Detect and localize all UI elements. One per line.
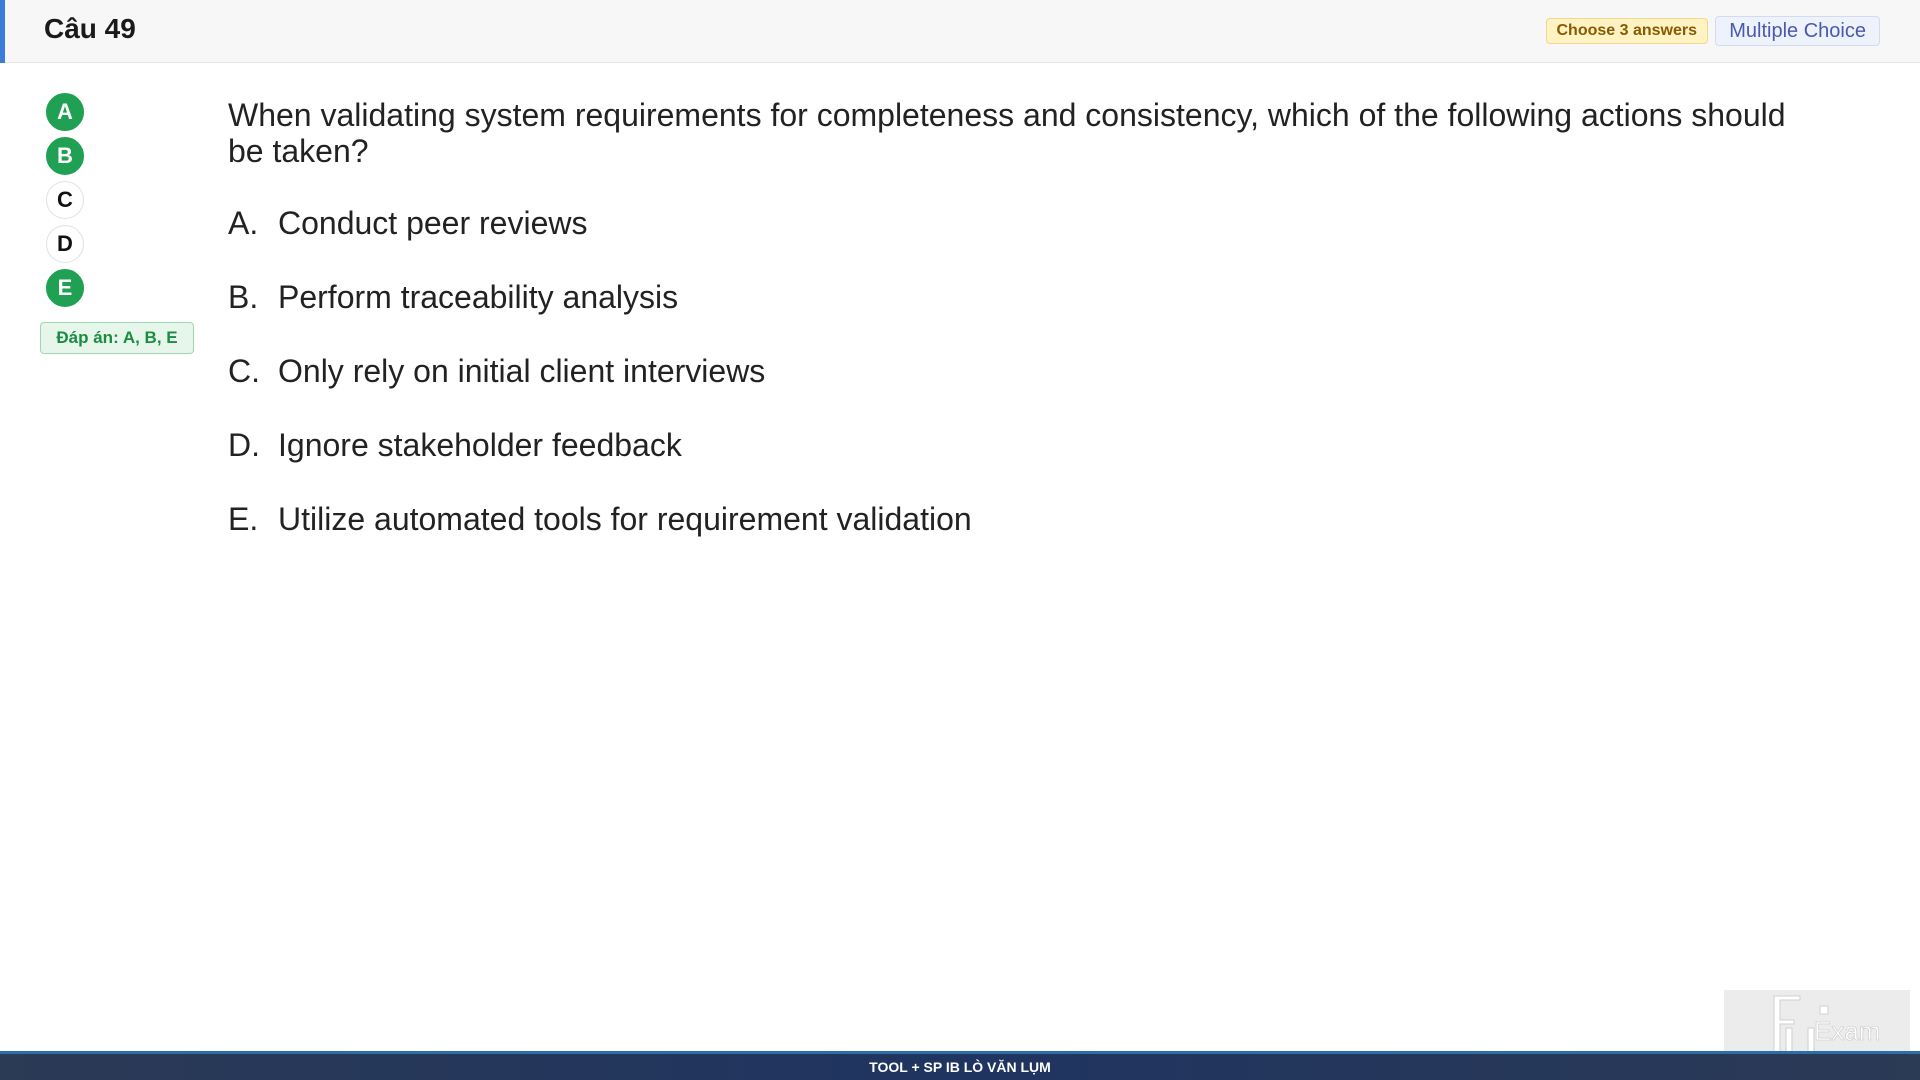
answer-indicator-d[interactable]: D [46, 225, 84, 263]
answer-indicator-c[interactable]: C [46, 181, 84, 219]
question-text: When validating system requirements for … [228, 97, 1786, 169]
header-accent-bar [0, 0, 5, 63]
option-letter: D. [228, 427, 260, 463]
option-letter: E. [228, 501, 259, 537]
option-a[interactable]: A. Conduct peer reviews [228, 205, 972, 241]
option-b[interactable]: B. Perform traceability analysis [228, 279, 972, 315]
svg-text:Exam: Exam [1814, 1016, 1880, 1046]
option-letter: B. [228, 279, 259, 315]
option-text: Perform traceability analysis [278, 279, 679, 315]
question-header: Câu 49 Choose 3 answers Multiple Choice [0, 0, 1920, 63]
option-letter: A. [228, 205, 259, 241]
footer-bar: TOOL + SP IB LÒ VĂN LỤM [0, 1051, 1920, 1080]
choose-count-badge: Choose 3 answers [1545, 18, 1708, 44]
answer-indicator-a[interactable]: A [46, 93, 84, 131]
question-type-badge: Multiple Choice [1715, 16, 1880, 46]
option-letter: C. [228, 353, 260, 389]
footer-text: TOOL + SP IB LÒ VĂN LỤM [869, 1059, 1051, 1075]
option-text: Ignore stakeholder feedback [278, 427, 682, 463]
question-number: Câu 49 [44, 13, 136, 44]
option-list: A. Conduct peer reviews B. Perform trace… [228, 205, 972, 575]
quiz-page: Câu 49 Choose 3 answers Multiple Choice … [0, 0, 1920, 1080]
option-d[interactable]: D. Ignore stakeholder feedback [228, 427, 972, 463]
answer-indicator-b[interactable]: B [46, 137, 84, 175]
answer-indicator-e[interactable]: E [46, 269, 84, 307]
option-text: Only rely on initial client interviews [278, 353, 766, 389]
option-text: Conduct peer reviews [278, 205, 588, 241]
option-text: Utilize automated tools for requirement … [278, 501, 972, 537]
answer-key-badge: Đáp án: A, B, E [40, 322, 194, 354]
option-e[interactable]: E. Utilize automated tools for requireme… [228, 501, 972, 537]
option-c[interactable]: C. Only rely on initial client interview… [228, 353, 972, 389]
answer-indicator-list: A B C D E [46, 93, 86, 313]
